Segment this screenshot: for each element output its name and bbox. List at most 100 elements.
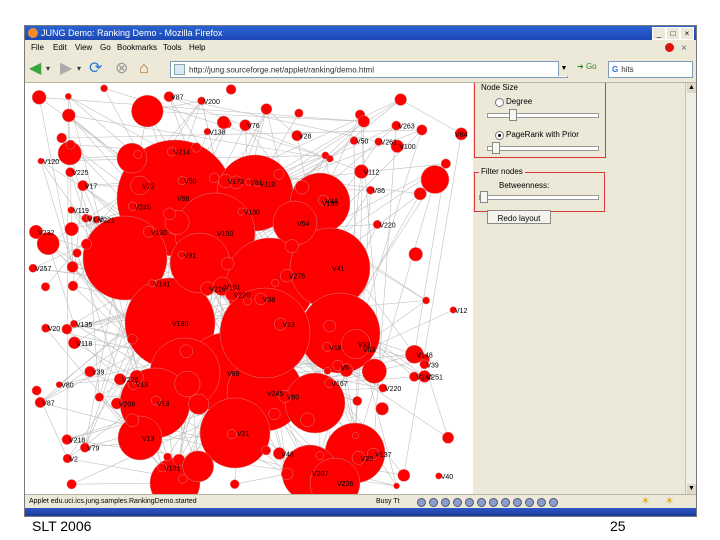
- address-bar[interactable]: http://jung.sourceforge.net/applet/ranki…: [170, 61, 568, 78]
- graph-node[interactable]: [65, 139, 76, 150]
- graph-node[interactable]: [31, 385, 42, 396]
- graph-node[interactable]: [94, 392, 104, 402]
- graph-node[interactable]: [191, 142, 202, 153]
- toolbar-dot-icon[interactable]: [489, 498, 498, 507]
- graph-node[interactable]: [361, 358, 387, 384]
- graph-node[interactable]: [300, 412, 315, 428]
- toolbar-dot-icon[interactable]: [537, 498, 546, 507]
- graph-node[interactable]: [31, 90, 47, 105]
- graph-node[interactable]: [352, 432, 359, 439]
- graph-node[interactable]: [422, 296, 430, 305]
- graph-node[interactable]: [271, 279, 279, 287]
- menu-go[interactable]: Go: [100, 41, 111, 55]
- graph-node[interactable]: [179, 344, 193, 358]
- graph-node[interactable]: [72, 248, 82, 258]
- toolbar-dot-icon[interactable]: [441, 498, 450, 507]
- pagerank-radio[interactable]: [495, 131, 504, 140]
- graph-node[interactable]: [64, 93, 72, 100]
- back-dropdown-icon[interactable]: ▾: [46, 60, 50, 78]
- graph-node[interactable]: [116, 142, 148, 174]
- menu-edit[interactable]: Edit: [53, 41, 67, 55]
- graph-node[interactable]: [229, 479, 240, 489]
- graph-node[interactable]: [440, 158, 451, 169]
- graph-node[interactable]: [352, 396, 363, 406]
- toolbar-dot-icon[interactable]: [477, 498, 486, 507]
- menu-tools[interactable]: Tools: [163, 41, 182, 55]
- search-input[interactable]: Ghits: [608, 61, 693, 78]
- graph-node[interactable]: [178, 474, 188, 484]
- menu-help[interactable]: Help: [189, 41, 205, 55]
- graph-node[interactable]: [408, 247, 423, 262]
- menu-file[interactable]: File: [31, 41, 44, 55]
- degree-slider[interactable]: [487, 113, 599, 118]
- toolbar-dot-icon[interactable]: [549, 498, 558, 507]
- graph-node[interactable]: [393, 482, 400, 490]
- graph-node[interactable]: [416, 124, 428, 136]
- graph-node[interactable]: [117, 415, 163, 461]
- degree-radio[interactable]: [495, 98, 504, 107]
- network-graph[interactable]: V150 V245 V236 V218 V173 V161 V232 V100 V130 V137…: [25, 83, 473, 509]
- scroll-up-icon[interactable]: ▲: [687, 83, 696, 93]
- graph-node[interactable]: [174, 371, 201, 397]
- graph-node[interactable]: [100, 84, 108, 93]
- betweenness-slider-thumb[interactable]: [480, 191, 488, 203]
- go-button[interactable]: ➜ Go: [577, 62, 597, 71]
- redo-layout-button[interactable]: Redo layout: [487, 210, 551, 224]
- graph-node[interactable]: [163, 207, 176, 221]
- minimize-button[interactable]: _: [652, 27, 666, 40]
- graph-node[interactable]: [294, 180, 310, 195]
- graph-node[interactable]: [315, 451, 325, 460]
- graph-node[interactable]: [397, 469, 411, 482]
- graph-node[interactable]: [208, 172, 220, 184]
- menu-bookmarks[interactable]: Bookmarks: [117, 41, 157, 55]
- betweenness-slider[interactable]: [479, 195, 599, 200]
- graph-node[interactable]: [62, 108, 76, 123]
- menu-view[interactable]: View: [75, 41, 92, 55]
- graph-node[interactable]: [323, 319, 336, 333]
- graph-node[interactable]: [375, 402, 389, 416]
- toolbar-dot-icon[interactable]: [429, 498, 438, 507]
- graph-node[interactable]: [40, 282, 51, 292]
- home-icon[interactable]: ⌂: [139, 60, 149, 78]
- graph-node[interactable]: [66, 261, 79, 273]
- graph-node[interactable]: [127, 333, 138, 345]
- maximize-button[interactable]: □: [666, 27, 680, 40]
- toolbar-dot-icon[interactable]: [513, 498, 522, 507]
- graph-node[interactable]: [357, 115, 370, 128]
- graph-node[interactable]: [225, 84, 237, 95]
- scroll-down-icon[interactable]: ▼: [687, 484, 696, 494]
- pagerank-slider-thumb[interactable]: [492, 142, 500, 154]
- toolbar-dot-icon[interactable]: [525, 498, 534, 507]
- url-dropdown-icon[interactable]: ▼: [558, 61, 569, 76]
- close-button[interactable]: ×: [680, 27, 694, 40]
- toolbar-dot-icon[interactable]: [501, 498, 510, 507]
- vertical-scrollbar[interactable]: ▲ ▼: [685, 83, 696, 494]
- graph-node[interactable]: [261, 445, 271, 456]
- graph-node[interactable]: [221, 257, 235, 271]
- graph-node[interactable]: [188, 393, 210, 415]
- graph-node[interactable]: [442, 431, 455, 444]
- graph-node[interactable]: [131, 95, 164, 128]
- graph-node[interactable]: [294, 108, 304, 118]
- graph-node[interactable]: [216, 115, 231, 130]
- graph-node[interactable]: [272, 200, 318, 246]
- graph-node[interactable]: [268, 407, 281, 421]
- graph-node[interactable]: [56, 132, 67, 144]
- graph-node[interactable]: [80, 238, 93, 250]
- graph-node[interactable]: [226, 429, 237, 440]
- graph-node[interactable]: [64, 222, 79, 237]
- pagerank-slider[interactable]: [487, 146, 599, 151]
- degree-slider-thumb[interactable]: [509, 109, 517, 121]
- stop-icon[interactable]: ⊗: [115, 60, 128, 78]
- forward-dropdown-icon[interactable]: ▾: [77, 60, 81, 78]
- graph-canvas[interactable]: V150 V245 V236 V218 V173 V161 V232 V100 V130 V137…: [25, 83, 473, 509]
- graph-node[interactable]: [394, 93, 407, 106]
- graph-node[interactable]: [280, 467, 294, 481]
- graph-node[interactable]: [420, 165, 450, 194]
- graph-node[interactable]: [125, 413, 140, 427]
- graph-node[interactable]: [284, 239, 299, 254]
- toolbar-dot-icon[interactable]: [453, 498, 462, 507]
- close-tab-icon[interactable]: ×: [681, 42, 687, 56]
- graph-node[interactable]: [260, 103, 273, 115]
- toolbar-dot-icon[interactable]: [465, 498, 474, 507]
